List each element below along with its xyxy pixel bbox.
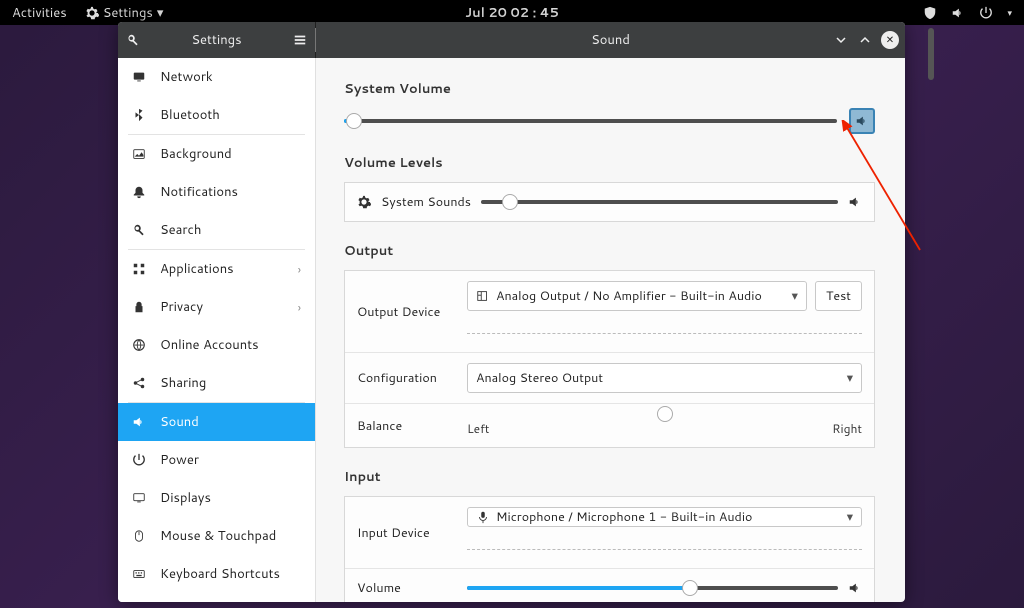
sidebar-item-sharing[interactable]: Sharing	[118, 364, 315, 402]
input-volume-slider[interactable]	[467, 586, 838, 590]
clock[interactable]: Jul 20 02 : 45	[465, 4, 559, 22]
sidebar-item-label: Notifications	[160, 183, 238, 201]
chevron-right-icon: ›	[298, 299, 301, 316]
input-volume-label: Volume	[357, 579, 457, 597]
over-amplify-toggle[interactable]	[849, 108, 875, 134]
system-sounds-slider[interactable]	[481, 200, 838, 204]
sidebar-item-notifications[interactable]: Notifications	[118, 173, 315, 211]
sidebar-item-label: Background	[160, 145, 232, 163]
output-device-select[interactable]: Analog Output / No Amplifier - Built-in …	[467, 281, 807, 311]
desktop-scrollbar[interactable]	[926, 28, 934, 606]
system-volume-title: System Volume	[344, 80, 875, 98]
sidebar-item-online-accounts[interactable]: Online Accounts	[118, 326, 315, 364]
sidebar-title: Settings	[148, 31, 285, 49]
balance-right-label: Right	[832, 420, 862, 437]
chevron-down-icon: ▾	[792, 287, 798, 305]
card-icon	[476, 289, 490, 303]
test-button[interactable]: Test	[815, 281, 862, 311]
sidebar-item-label: Search	[160, 221, 201, 239]
chevron-down-icon: ▾	[157, 4, 164, 22]
sidebar-item-label: Bluetooth	[160, 106, 220, 124]
chevron-down-icon: ▾	[1007, 6, 1012, 19]
input-title: Input	[344, 468, 875, 486]
sidebar-item-label: Privacy	[160, 298, 203, 316]
sidebar-item-search[interactable]: Search	[118, 211, 315, 249]
sidebar-item-label: Applications	[160, 260, 234, 278]
sidebar-item-label: Sound	[160, 413, 199, 431]
microphone-icon	[476, 510, 490, 524]
active-app-menu[interactable]: Settings ▾	[85, 4, 164, 22]
sidebar-item-label: Sharing	[160, 374, 206, 392]
gear-icon	[85, 6, 99, 20]
system-volume-slider[interactable]	[344, 119, 837, 123]
sidebar-item-power[interactable]: Power	[118, 441, 315, 479]
settings-sidebar: Network Bluetooth Background Notificatio…	[118, 58, 316, 602]
system-sounds-label: System Sounds	[381, 193, 471, 211]
speaker-icon[interactable]	[848, 581, 862, 595]
balance-left-label: Left	[467, 420, 489, 437]
sidebar-item-privacy[interactable]: Privacy ›	[118, 288, 315, 326]
sidebar-item-background[interactable]: Background	[118, 135, 315, 173]
sidebar-item-label: Online Accounts	[160, 336, 259, 354]
chevron-down-icon: ▾	[847, 508, 853, 526]
system-tray[interactable]: ▾	[923, 6, 1012, 20]
panel-title: Sound	[591, 31, 630, 49]
sidebar-item-network[interactable]: Network	[118, 58, 315, 96]
sidebar-item-label: Keyboard Shortcuts	[160, 565, 280, 583]
sidebar-item-mouse-touchpad[interactable]: Mouse & Touchpad	[118, 517, 315, 555]
power-icon	[979, 6, 993, 20]
input-device-select[interactable]: Microphone / Microphone 1 - Built-in Aud…	[467, 507, 862, 527]
sidebar-item-displays[interactable]: Displays	[118, 479, 315, 517]
output-device-value: Analog Output / No Amplifier - Built-in …	[496, 287, 762, 305]
sidebar-item-label: Mouse & Touchpad	[160, 527, 276, 545]
active-app-label: Settings	[103, 4, 153, 22]
sidebar-item-sound[interactable]: Sound	[118, 403, 315, 441]
sidebar-item-label: Network	[160, 68, 213, 86]
sound-panel: System Volume Volume Levels System Sound…	[316, 58, 905, 602]
search-icon[interactable]	[118, 33, 148, 47]
maximize-button[interactable]	[857, 32, 873, 48]
close-button[interactable]: ✕	[881, 31, 899, 49]
output-title: Output	[344, 242, 875, 260]
output-device-label: Output Device	[357, 303, 457, 321]
hamburger-icon[interactable]	[285, 33, 315, 47]
configuration-label: Configuration	[357, 369, 457, 387]
configuration-select[interactable]: Analog Stereo Output ▾	[467, 363, 862, 393]
gear-icon	[357, 195, 371, 209]
chevron-down-icon: ▾	[847, 369, 853, 387]
sidebar-item-label: Displays	[160, 489, 211, 507]
configuration-value: Analog Stereo Output	[476, 369, 603, 387]
speaker-icon[interactable]	[848, 195, 862, 209]
sidebar-item-keyboard-shortcuts[interactable]: Keyboard Shortcuts	[118, 555, 315, 593]
sidebar-item-bluetooth[interactable]: Bluetooth	[118, 96, 315, 134]
shield-icon	[923, 6, 937, 20]
minimize-button[interactable]	[833, 32, 849, 48]
chevron-right-icon: ›	[298, 261, 301, 278]
activities-button[interactable]: Activities	[12, 4, 67, 22]
volume-icon	[951, 6, 965, 20]
input-device-label: Input Device	[357, 524, 457, 542]
sidebar-item-printers[interactable]: Printers	[118, 593, 315, 602]
window-titlebar: Settings Sound ✕	[118, 22, 905, 58]
input-device-value: Microphone / Microphone 1 - Built-in Aud…	[496, 508, 752, 526]
sidebar-item-applications[interactable]: Applications ›	[118, 250, 315, 288]
volume-levels-title: Volume Levels	[344, 154, 875, 172]
sidebar-item-label: Power	[160, 451, 199, 469]
settings-window: Settings Sound ✕ Network Bluetooth Backg…	[118, 22, 905, 602]
balance-label: Balance	[357, 417, 457, 435]
